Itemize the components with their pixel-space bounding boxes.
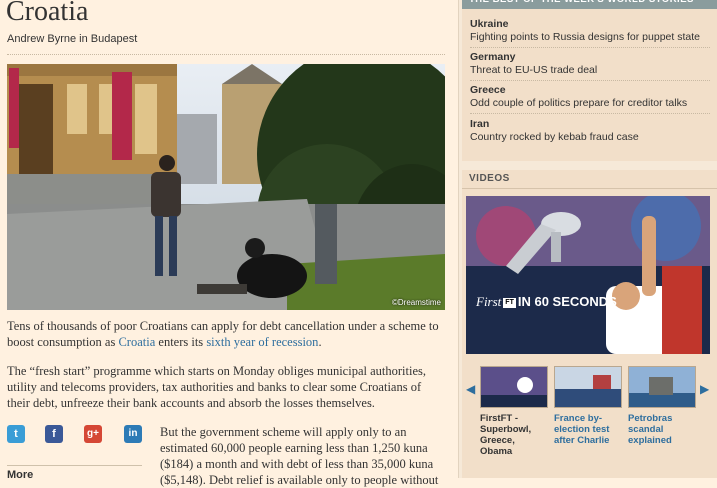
article-photo: ©Dreamstime [7, 64, 445, 310]
chevron-right-icon[interactable]: ▶ [700, 382, 709, 396]
article-paragraph-3: But the government scheme will apply onl… [160, 425, 439, 487]
video-thumbnail[interactable]: France by-election test after Charlie [554, 366, 622, 446]
thumbnail-illustration [555, 367, 621, 407]
list-item[interactable]: Ukraine Fighting points to Russia design… [470, 18, 710, 44]
thumbnail-illustration [629, 367, 695, 407]
video-player[interactable]: First FT IN 60 SECONDS [466, 196, 710, 354]
video-carousel: ◀ FirstFT - Superbowl, Greece, Obama Fra… [466, 366, 710, 466]
video-title: First FT IN 60 SECONDS [476, 294, 617, 310]
story-title[interactable]: Country rocked by kebab fraud case [470, 131, 710, 144]
article-byline: Andrew Byrne in Budapest [7, 33, 138, 45]
video-caption[interactable]: Petrobras scandal explained [628, 413, 696, 446]
croatia-link[interactable]: Croatia [118, 335, 155, 349]
video-caption[interactable]: FirstFT - Superbowl, Greece, Obama [480, 413, 548, 457]
facebook-share-icon[interactable]: f [45, 425, 63, 443]
divider [470, 113, 710, 114]
more-heading: More [7, 469, 34, 481]
story-title[interactable]: Odd couple of politics prepare for credi… [470, 97, 710, 110]
video-caption[interactable]: France by-election test after Charlie [554, 413, 622, 446]
thumbnail-image[interactable] [480, 366, 548, 408]
photo-credit: ©Dreamstime [391, 298, 441, 307]
ft-logo-icon: FT [503, 298, 516, 308]
world-stories-header: THE BEST OF THE WEEK'S WORLD STORIES [462, 0, 717, 9]
story-country: Ukraine [470, 18, 509, 30]
videos-header: VIDEOS [462, 170, 717, 188]
world-stories-list: Ukraine Fighting points to Russia design… [462, 9, 717, 161]
twitter-share-icon[interactable]: t [7, 425, 25, 443]
thumbnail-illustration [481, 367, 547, 407]
story-title[interactable]: Threat to EU-US trade deal [470, 64, 710, 77]
list-item[interactable]: Germany Threat to EU-US trade deal [470, 51, 710, 77]
googleplus-share-icon[interactable]: g+ [84, 425, 102, 443]
divider [462, 188, 717, 189]
story-country: Iran [470, 118, 490, 130]
article-column: Croatia Andrew Byrne in Budapest ©Dreams… [0, 0, 450, 487]
story-title[interactable]: Fighting points to Russia designs for pu… [470, 31, 710, 44]
list-item[interactable]: Greece Odd couple of politics prepare fo… [470, 84, 710, 110]
story-country: Germany [470, 51, 516, 63]
paragraph-text: enters its [155, 335, 207, 349]
divider [470, 80, 710, 81]
video-thumbnail[interactable]: Petrobras scandal explained [628, 366, 696, 446]
video-title-rest: IN 60 SECONDS [517, 294, 617, 309]
paragraph-text: . [318, 335, 322, 349]
article-paragraph-1: Tens of thousands of poor Croatians can … [7, 318, 447, 350]
video-still-illustration [466, 196, 710, 354]
divider [470, 47, 710, 48]
street-scene-illustration [7, 64, 445, 310]
linkedin-share-icon[interactable]: in [124, 425, 142, 443]
article-headline: Croatia [6, 0, 89, 27]
article-paragraph-2: The “fresh start” programme which starts… [7, 364, 426, 410]
social-share-bar: t f g+ in [7, 425, 147, 445]
thumbnail-image[interactable] [628, 366, 696, 408]
video-title-first: First [476, 294, 502, 309]
list-item[interactable]: Iran Country rocked by kebab fraud case [470, 118, 710, 144]
divider [7, 54, 445, 55]
thumbnail-image[interactable] [554, 366, 622, 408]
chevron-left-icon[interactable]: ◀ [466, 382, 475, 396]
story-country: Greece [470, 84, 506, 96]
recession-link[interactable]: sixth year of recession [206, 335, 318, 349]
divider [7, 465, 142, 466]
video-thumbnail[interactable]: FirstFT - Superbowl, Greece, Obama [480, 366, 548, 457]
